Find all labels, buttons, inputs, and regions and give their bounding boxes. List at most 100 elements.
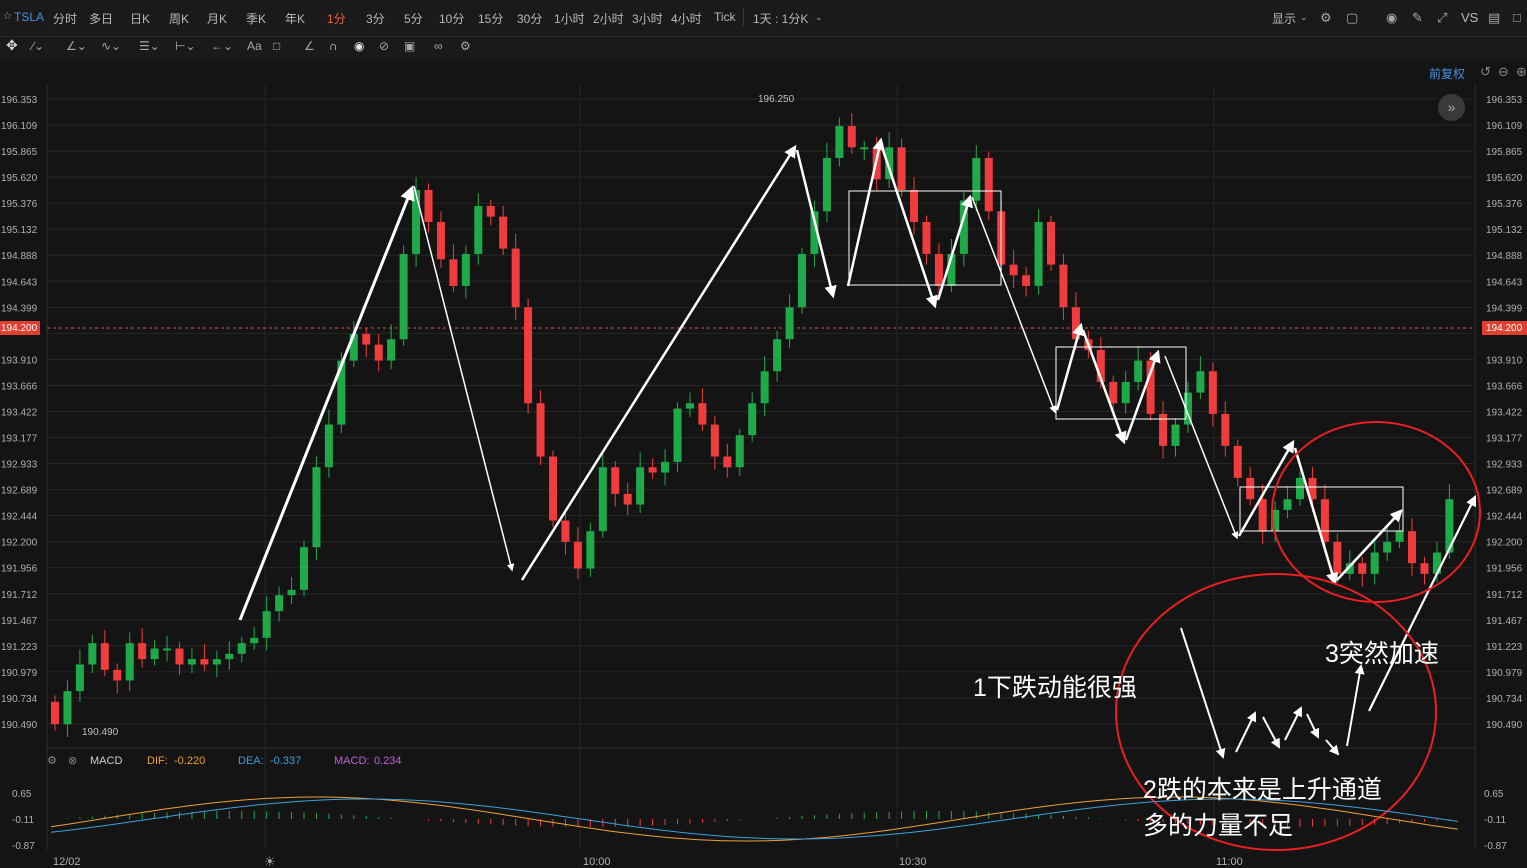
candle-body [1022,275,1031,286]
price-tick-right: 195.376 [1486,199,1523,210]
candle-body [387,339,396,361]
adjust-price-button[interactable]: 前复权 [1429,65,1465,82]
price-tick-right: 194.888 [1486,251,1523,262]
annotation-arrow [413,185,515,572]
candle-body [412,189,421,254]
candle-body [1258,499,1267,532]
macd-label: MACD: [334,755,370,767]
candle-body [984,157,993,212]
candle-body [822,157,831,212]
candle-body [1059,264,1068,308]
candle-body [897,147,906,190]
candle-body [798,253,806,308]
price-tick-left: 196.109 [1,121,38,132]
close-icon[interactable]: ⊗ [68,754,77,767]
candle-body [150,648,159,660]
dif-label: DIF: [147,755,168,767]
price-tick-right: 190.979 [1486,668,1523,679]
annotation-arrow [238,185,415,621]
candle-body [100,643,109,670]
price-tick-left: 195.865 [1,147,38,158]
dea-value: -0.337 [270,755,302,767]
scroll-right-button[interactable]: » [1438,94,1465,121]
price-tick-left: 194.399 [1,303,38,314]
candle-body [88,643,97,665]
price-tick-right: 196.109 [1486,121,1523,132]
price-tick-left: 195.132 [1,225,38,236]
candle-body [1408,531,1417,564]
low-price-label: 190.490 [82,727,119,738]
dif-value: -0.220 [174,755,206,767]
candle-body [312,467,321,548]
candle-body [623,493,632,505]
price-tick-left: 193.666 [1,381,38,392]
candle-body [486,205,495,217]
price-tick-right: 191.712 [1486,590,1523,601]
candle-body [175,648,184,665]
candle-body [1034,221,1043,286]
candle-body [1121,381,1130,404]
annotation-arrow [1336,509,1403,581]
gear-icon[interactable]: ⚙ [47,754,57,767]
time-label: 10:00 [583,856,611,868]
candle-body [598,467,607,532]
candle-body [685,403,694,409]
dea-label: DEA: [238,755,264,767]
candle-body [324,424,333,468]
candle-body [250,637,259,644]
candle-body [474,205,483,254]
candle-body [561,520,570,542]
candle-body [673,408,682,462]
macd-tick-left: -0.87 [12,841,35,852]
candle-body [275,595,284,612]
annotation-note-2-line2: 多的力量不足 [1143,812,1294,840]
reset-icon[interactable]: ↺ [1480,64,1491,80]
price-tick-right: 191.956 [1486,564,1523,575]
candle-body [449,259,458,286]
price-tick-right: 195.620 [1486,173,1523,184]
price-tick-right: 195.132 [1486,225,1523,236]
price-tick-right: 192.200 [1486,538,1523,549]
price-tick-left: 191.467 [1,616,38,627]
price-tick-left: 194.643 [1,277,38,288]
candle-body [212,659,221,665]
candle-body [1370,552,1379,574]
candle-body [710,424,719,457]
macd-name[interactable]: MACD [90,755,122,767]
zoom-in-icon[interactable]: ⊕ [1516,64,1527,80]
candle-body [1134,360,1143,382]
zoom-out-icon[interactable]: ⊖ [1498,64,1509,80]
candle-body [262,611,271,638]
price-tick-left: 192.689 [1,486,38,497]
candle-body [138,643,147,660]
candle-body [499,216,508,249]
chart-canvas[interactable]: 196.353 196.353 196.109 196.109 195.865 195.8… [0,0,1527,868]
annotation-note-3: 3突然加速 [1325,640,1439,668]
price-tick-right: 194.399 [1486,303,1523,314]
price-tick-right: 193.177 [1486,434,1523,445]
annotation-arrow [1262,716,1280,749]
candle-body [374,344,383,361]
candle-body [125,643,134,681]
candle-body [1296,477,1304,500]
time-label: 12/02 [53,856,81,868]
price-tick-left: 196.353 [1,95,38,106]
candle-body [1009,264,1018,276]
price-tick-left: 190.490 [1,720,38,731]
candle-body [225,653,234,660]
annotation-arrows [238,137,1477,759]
candle-body [436,221,445,260]
candle-body [1395,531,1404,542]
price-tick-right: 190.490 [1486,720,1523,731]
price-tick-right: 192.689 [1486,486,1523,497]
candle-body [698,403,707,425]
double-chevron-right-icon: » [1447,99,1456,115]
annotation-note-1: 1下跌动能很强 [973,674,1137,702]
macd-tick-right: -0.87 [1484,841,1507,852]
candle-body [399,253,408,340]
candle-body [549,456,557,521]
candle-body [1208,371,1217,414]
candle-body [636,467,645,505]
candle-body [1109,381,1118,404]
price-tick-right: 195.865 [1486,147,1523,158]
